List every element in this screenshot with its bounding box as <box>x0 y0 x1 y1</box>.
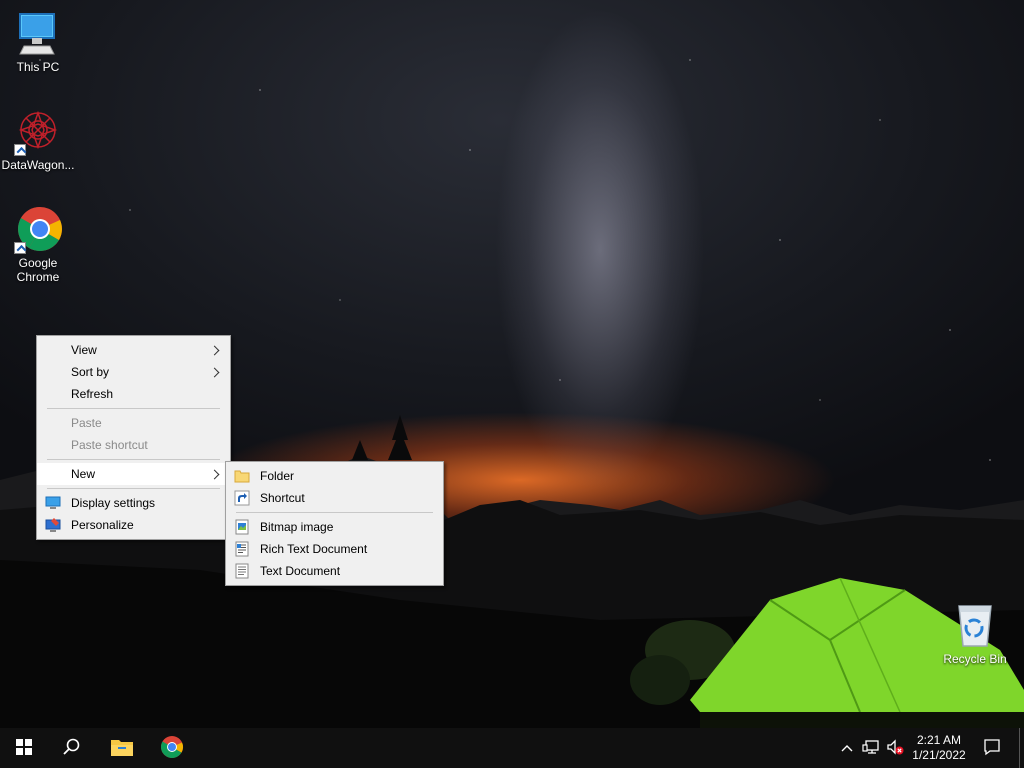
shortcut-icon <box>234 490 250 506</box>
chevron-right-icon <box>209 345 220 356</box>
chevron-up-icon <box>841 741 853 755</box>
clock-time: 2:21 AM <box>916 733 961 747</box>
monitor-icon <box>14 10 62 58</box>
submenu-item-folder[interactable]: Folder <box>226 465 443 487</box>
menu-separator <box>47 459 220 460</box>
menu-item-paste-shortcut: Paste shortcut <box>37 434 230 456</box>
menu-item-personalize-label: Personalize <box>71 518 134 532</box>
clock[interactable]: 2:21 AM 1/21/2022 <box>908 728 970 768</box>
datawagon-icon <box>14 108 62 156</box>
desktop-icon-datawagon[interactable]: DataWagon... <box>0 108 76 172</box>
clock-date: 1/21/2022 <box>912 748 966 762</box>
menu-item-sort-by-label: Sort by <box>71 365 110 379</box>
menu-item-refresh[interactable]: Refresh <box>37 383 230 405</box>
search-icon <box>63 738 81 759</box>
file-explorer-icon <box>110 737 134 760</box>
chrome-icon <box>160 735 184 762</box>
start-button[interactable] <box>0 728 48 768</box>
chrome-label-line1: Google <box>18 256 58 270</box>
submenu-item-text-document[interactable]: Text Document <box>226 560 443 582</box>
menu-item-refresh-label: Refresh <box>71 387 114 401</box>
network-icon <box>862 739 880 758</box>
bitmap-image-icon <box>234 519 250 535</box>
chrome-icon <box>14 206 62 254</box>
windows-logo-icon <box>16 738 32 758</box>
menu-item-sort-by[interactable]: Sort by <box>37 361 230 383</box>
desktop-icon-this-pc[interactable]: This PC <box>0 10 76 74</box>
submenu-item-rich-text-document-label: Rich Text Document <box>260 542 368 556</box>
menu-item-view[interactable]: View <box>37 339 230 361</box>
chevron-right-icon <box>209 367 220 378</box>
menu-separator <box>236 512 433 513</box>
submenu-item-folder-label: Folder <box>260 469 295 483</box>
desktop-icon-google-chrome[interactable]: Google Chrome <box>0 206 76 284</box>
shortcut-arrow-icon <box>14 242 26 254</box>
taskbar-google-chrome[interactable] <box>148 728 196 768</box>
menu-item-paste: Paste <box>37 412 230 434</box>
volume-muted-icon <box>886 738 904 758</box>
menu-separator <box>47 488 220 489</box>
taskbar-file-explorer[interactable] <box>98 728 146 768</box>
notification-icon <box>983 738 1001 759</box>
network-status-button[interactable] <box>860 728 882 768</box>
menu-separator <box>47 408 220 409</box>
show-desktop-button[interactable] <box>1019 728 1020 768</box>
menu-item-display-settings[interactable]: Display settings <box>37 492 230 514</box>
submenu-item-bitmap-image[interactable]: Bitmap image <box>226 516 443 538</box>
action-center-button[interactable] <box>974 728 1010 768</box>
submenu-item-bitmap-image-label: Bitmap image <box>260 520 334 534</box>
text-document-icon <box>234 563 250 579</box>
desktop-icon-recycle-bin[interactable]: Recycle Bin <box>937 602 1013 666</box>
menu-item-paste-shortcut-label: Paste shortcut <box>71 438 148 452</box>
menu-item-new[interactable]: New <box>37 463 230 485</box>
shortcut-arrow-icon <box>14 144 26 156</box>
this-pc-label: This PC <box>16 60 60 74</box>
submenu-item-text-document-label: Text Document <box>260 564 341 578</box>
rich-text-document-icon <box>234 541 250 557</box>
submenu-item-shortcut-label: Shortcut <box>260 491 305 505</box>
folder-icon <box>234 468 250 484</box>
personalize-icon <box>45 517 61 533</box>
volume-button[interactable] <box>884 728 906 768</box>
recycle-bin-label: Recycle Bin <box>943 652 1007 666</box>
display-settings-icon <box>45 495 61 511</box>
menu-item-personalize[interactable]: Personalize <box>37 514 230 536</box>
menu-item-paste-label: Paste <box>71 416 102 430</box>
show-hidden-icons-button[interactable] <box>838 728 856 768</box>
submenu-item-shortcut[interactable]: Shortcut <box>226 487 443 509</box>
chevron-right-icon <box>209 469 220 480</box>
desktop-context-menu: View Sort by Refresh Paste Paste shortcu… <box>36 335 231 540</box>
new-submenu: Folder Shortcut Bitmap image Rich Text D… <box>225 461 444 586</box>
submenu-item-rich-text-document[interactable]: Rich Text Document <box>226 538 443 560</box>
recycle-bin-icon <box>951 602 999 650</box>
taskbar: 2:21 AM 1/21/2022 <box>0 728 1024 768</box>
datawagon-label: DataWagon... <box>1 158 75 172</box>
menu-item-display-settings-label: Display settings <box>71 496 156 510</box>
menu-item-view-label: View <box>71 343 97 357</box>
menu-item-new-label: New <box>71 467 96 481</box>
search-button[interactable] <box>48 728 96 768</box>
chrome-label-line2: Chrome <box>16 270 60 284</box>
